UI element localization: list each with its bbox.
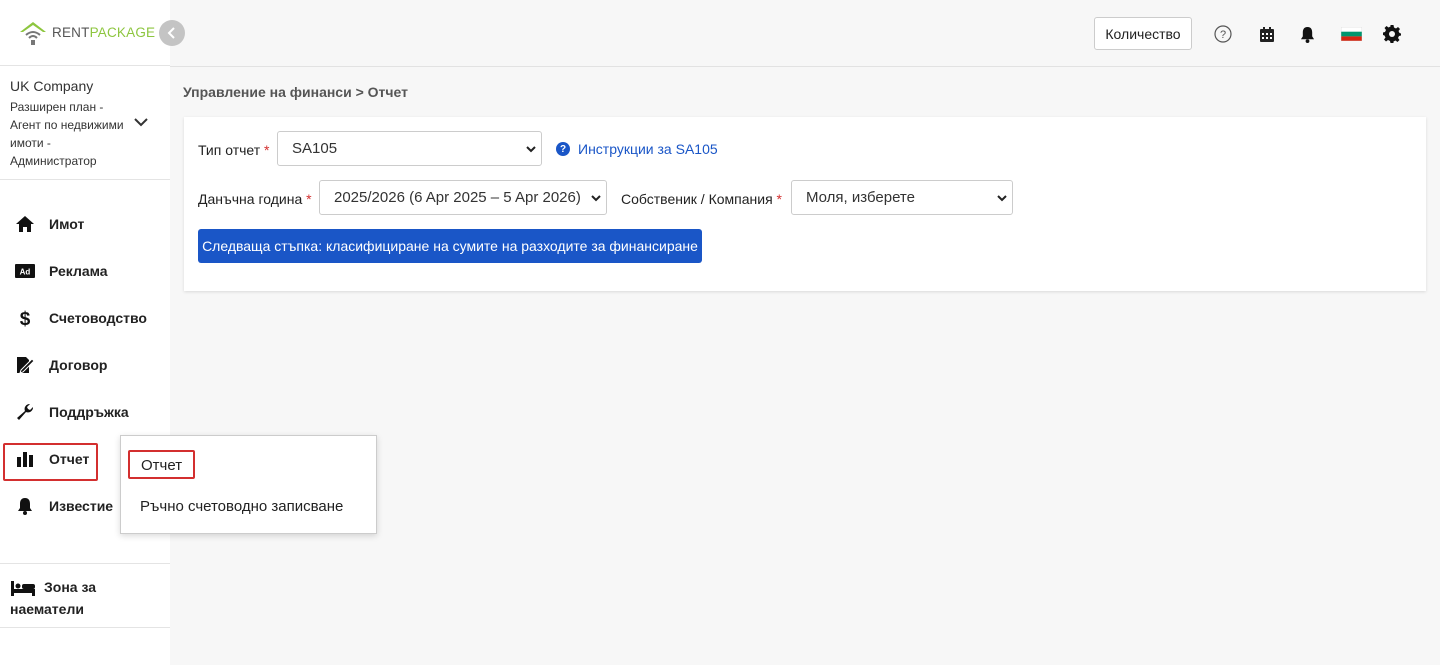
help-link-text: Инструкции за SA105	[578, 141, 718, 157]
nav-item-maintenance[interactable]: Поддръжка	[0, 388, 170, 435]
chevron-down-icon	[526, 146, 536, 153]
contract-icon	[14, 354, 36, 376]
chevron-down-icon	[997, 195, 1007, 202]
chevron-down-icon	[134, 118, 148, 127]
svg-text:?: ?	[1220, 29, 1226, 41]
report-type-value: SA105	[292, 140, 338, 157]
help-icon[interactable]: ?	[1213, 24, 1233, 44]
tax-year-value: 2025/2026 (6 Apr 2025 – 5 Apr 2026)	[334, 189, 581, 206]
collapse-sidebar-button[interactable]	[159, 20, 185, 46]
quantity-button[interactable]: Количество	[1094, 17, 1192, 50]
wifi-house-icon	[20, 21, 46, 45]
sa105-instructions-link[interactable]: ? Инструкции за SA105	[556, 141, 718, 157]
submenu-item-report[interactable]: Отчет	[128, 450, 195, 479]
owner-company-select[interactable]: Моля, изберете	[791, 180, 1013, 215]
gear-icon[interactable]	[1382, 24, 1402, 44]
tax-year-select[interactable]: 2025/2026 (6 Apr 2025 – 5 Apr 2026)	[319, 180, 607, 215]
bulgarian-flag-icon[interactable]	[1340, 24, 1362, 44]
calendar-icon[interactable]	[1257, 24, 1277, 44]
nav-item-contract[interactable]: Договор	[0, 341, 170, 388]
nav-label: Отчет	[49, 450, 90, 467]
ad-icon: Ad	[14, 260, 36, 282]
nav-item-accounting[interactable]: $ Счетоводство	[0, 294, 170, 341]
nav-label: Поддръжка	[49, 403, 129, 420]
dollar-icon: $	[14, 307, 36, 329]
report-type-select[interactable]: SA105	[277, 131, 542, 166]
bell-icon[interactable]	[1297, 24, 1317, 44]
wrench-icon	[14, 401, 36, 423]
home-icon	[14, 213, 36, 235]
chevron-left-icon	[167, 27, 175, 39]
next-step-button[interactable]: Следваща стъпка: класифициране на сумите…	[198, 229, 702, 263]
brand-name: RENTPACKAGE	[52, 25, 156, 40]
nav-item-property[interactable]: Имот	[0, 200, 170, 247]
sidebar: RENTPACKAGE UK Company Разширен план - А…	[0, 0, 185, 665]
report-type-label: Тип отчет *	[198, 142, 270, 158]
bell-icon	[14, 495, 36, 517]
nav-label: Реклама	[49, 262, 108, 279]
nav-item-tenant-zone[interactable]: Зона за наематели	[0, 563, 170, 628]
submenu-item-manual-entry[interactable]: Ръчно счетоводно записване	[140, 498, 343, 515]
company-selector[interactable]: UK Company Разширен план - Агент по недв…	[0, 66, 170, 180]
company-name: UK Company	[10, 78, 94, 94]
chevron-down-icon	[591, 195, 601, 202]
topbar: Количество ?	[170, 0, 1440, 67]
nav-label: Имот	[49, 215, 85, 232]
nav-item-advertising[interactable]: Ad Реклама	[0, 247, 170, 294]
logo[interactable]: RENTPACKAGE	[18, 20, 155, 46]
report-form-card: Тип отчет * SA105 ? Инструкции за SA105 …	[184, 117, 1426, 291]
nav-label: Известие	[49, 497, 114, 514]
question-icon: ?	[556, 142, 570, 156]
nav-label: Счетоводство	[49, 309, 147, 326]
company-plan: Разширен план - Агент по недвижими имоти…	[10, 100, 124, 168]
breadcrumb: Управление на финанси > Отчет	[183, 84, 408, 100]
bar-chart-icon	[14, 448, 36, 470]
svg-text:$: $	[20, 309, 31, 328]
tax-year-label: Данъчна година *	[198, 191, 312, 207]
svg-text:Ad: Ad	[20, 267, 31, 276]
nav-label: Договор	[49, 356, 108, 373]
report-submenu: Отчет Ръчно счетоводно записване	[120, 435, 377, 534]
brand-header: RENTPACKAGE	[0, 0, 170, 66]
bed-icon	[10, 580, 36, 597]
owner-company-label: Собственик / Компания *	[621, 191, 782, 207]
owner-company-value: Моля, изберете	[806, 189, 915, 206]
